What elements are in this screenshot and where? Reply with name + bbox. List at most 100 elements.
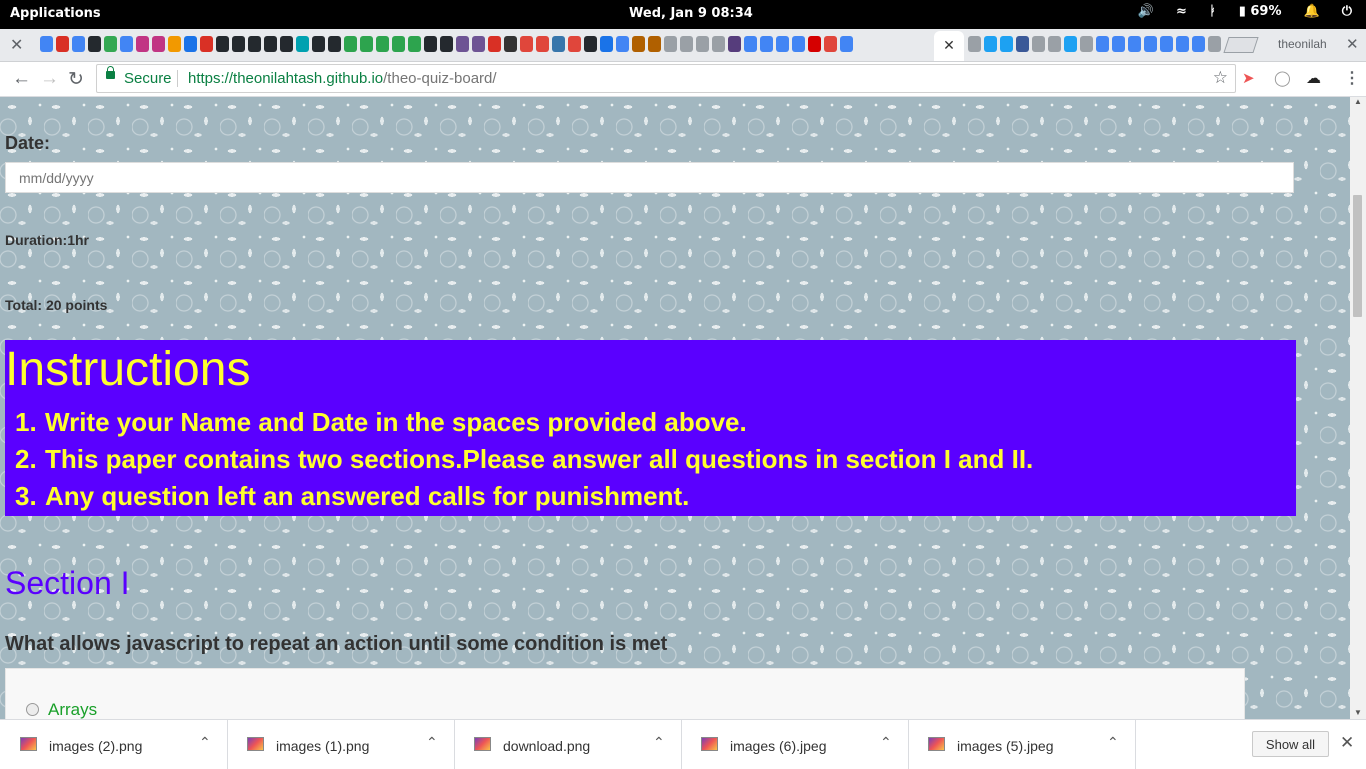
download-filename[interactable]: download.png xyxy=(503,738,590,754)
download-item[interactable]: images (2).png ⌃ xyxy=(0,720,228,769)
download-filename[interactable]: images (2).png xyxy=(49,738,142,754)
tab-favicon-x-icon[interactable] xyxy=(184,36,197,52)
scrollbar-thumb[interactable] xyxy=(1353,195,1362,317)
tab-favicon-b-icon[interactable] xyxy=(632,36,645,52)
tab-favicon-git-icon[interactable] xyxy=(328,36,341,52)
download-item[interactable]: images (5).jpeg ⌃ xyxy=(908,720,1136,769)
tab-favicon-git-icon[interactable] xyxy=(232,36,245,52)
tab-favicon-tw-icon[interactable] xyxy=(1064,36,1077,52)
tab-favicon-G-icon[interactable] xyxy=(1160,36,1173,52)
extension-cloud-icon[interactable]: ☁ xyxy=(1306,69,1321,87)
tab-favicon-ex-icon[interactable] xyxy=(392,36,405,52)
tab-favicon-git-icon[interactable] xyxy=(312,36,325,52)
scroll-down-arrow-icon[interactable]: ▼ xyxy=(1354,708,1362,717)
url-text[interactable]: https://theonilahtash.github.io/theo-qui… xyxy=(188,70,497,87)
tab-favicon-G-icon[interactable] xyxy=(792,36,805,52)
tab-favicon-D-icon[interactable] xyxy=(296,36,309,52)
volume-icon[interactable]: 🔊 xyxy=(1138,4,1154,19)
download-item[interactable]: images (1).png ⌃ xyxy=(227,720,455,769)
tab-favicon-doc-icon[interactable] xyxy=(680,36,693,52)
applications-menu[interactable]: Applications xyxy=(10,6,101,21)
tab-favicon-G-icon[interactable] xyxy=(1176,36,1189,52)
tab-favicon-doc-icon[interactable] xyxy=(1080,36,1093,52)
tab-favicon-G-icon[interactable] xyxy=(760,36,773,52)
tab-favicon-doc-icon[interactable] xyxy=(1032,36,1045,52)
window-close-icon[interactable]: ✕ xyxy=(1346,35,1359,53)
tab-favicon-G-icon[interactable] xyxy=(40,36,53,52)
tab-favicon-an-icon[interactable] xyxy=(536,36,549,52)
tab-favicon-M-icon[interactable] xyxy=(200,36,213,52)
tab-favicon-G-icon[interactable] xyxy=(840,36,853,52)
tab-favicon-b-icon[interactable] xyxy=(648,36,661,52)
tab-favicon-ex-icon[interactable] xyxy=(360,36,373,52)
close-shelf-icon[interactable]: ✕ xyxy=(1340,733,1354,753)
tab-favicon-doc-icon[interactable] xyxy=(664,36,677,52)
chevron-up-icon[interactable]: ⌃ xyxy=(880,734,892,751)
browser-menu-icon[interactable]: ⋮ xyxy=(1344,68,1360,88)
tab-favicon-G-icon[interactable] xyxy=(1128,36,1141,52)
chevron-up-icon[interactable]: ⌃ xyxy=(426,734,438,751)
tab-favicon-doc-icon[interactable] xyxy=(712,36,725,52)
extension-circle-icon[interactable]: ◯ xyxy=(1274,69,1291,87)
tab-favicon-git-icon[interactable] xyxy=(264,36,277,52)
tab-favicon-hash-icon[interactable] xyxy=(504,36,517,52)
clock[interactable]: Wed, Jan 9 08:34 xyxy=(629,6,753,21)
download-item[interactable]: download.png ⌃ xyxy=(454,720,682,769)
tab-favicon-git-icon[interactable] xyxy=(584,36,597,52)
notification-bell-icon[interactable]: 🔔 xyxy=(1304,4,1320,19)
download-filename[interactable]: images (5).jpeg xyxy=(957,738,1054,754)
scroll-up-arrow-icon[interactable]: ▲ xyxy=(1354,97,1362,106)
wifi-icon[interactable]: ≈ xyxy=(1176,4,1187,19)
tab-favicon-G-icon[interactable] xyxy=(616,36,629,52)
power-icon[interactable]: ⏻ xyxy=(1342,4,1352,19)
tab-favicon-G-icon[interactable] xyxy=(744,36,757,52)
tab-favicon-git-icon[interactable] xyxy=(280,36,293,52)
secure-label[interactable]: Secure xyxy=(124,70,172,87)
tab-favicon-o-icon[interactable] xyxy=(168,36,181,52)
tab-favicon-B-icon[interactable] xyxy=(728,36,741,52)
tab-favicon-G-icon[interactable] xyxy=(776,36,789,52)
tab-favicon-M-icon[interactable] xyxy=(56,36,69,52)
tab-favicon-ig-icon[interactable] xyxy=(152,36,165,52)
back-arrow-icon[interactable]: ← xyxy=(12,68,31,90)
tab-favicon-red-icon[interactable] xyxy=(808,36,821,52)
tab-favicon-G-icon[interactable] xyxy=(72,36,85,52)
extension-cast-icon[interactable]: ➤ xyxy=(1242,69,1255,87)
close-icon[interactable]: ✕ xyxy=(943,37,955,53)
bluetooth-icon[interactable]: ᛓ xyxy=(1209,4,1217,19)
battery-indicator[interactable]: ▮ 69% xyxy=(1239,4,1282,19)
tab-favicon-an-icon[interactable] xyxy=(568,36,581,52)
tab-favicon-doc-icon[interactable] xyxy=(968,36,981,52)
new-tab-button[interactable] xyxy=(1223,37,1259,53)
reload-icon[interactable]: ↻ xyxy=(68,68,84,91)
chevron-up-icon[interactable]: ⌃ xyxy=(199,734,211,751)
tab-favicon-doc-icon[interactable] xyxy=(1048,36,1061,52)
tab-favicon-chrome-icon[interactable] xyxy=(104,36,117,52)
tab-favicon-gx-icon[interactable] xyxy=(472,36,485,52)
download-filename[interactable]: images (6).jpeg xyxy=(730,738,827,754)
tab-favicon-ex-icon[interactable] xyxy=(344,36,357,52)
download-item[interactable]: images (6).jpeg ⌃ xyxy=(681,720,909,769)
tab-favicon-gx-icon[interactable] xyxy=(456,36,469,52)
tab-favicon-doc-icon[interactable] xyxy=(1208,36,1221,52)
tab-favicon-x-icon[interactable] xyxy=(600,36,613,52)
page-scrollbar[interactable]: ▲ ▼ xyxy=(1350,97,1366,719)
tab-favicon-doc-icon[interactable] xyxy=(696,36,709,52)
tab-favicon-G-icon[interactable] xyxy=(1096,36,1109,52)
profile-name[interactable]: theonilah xyxy=(1278,37,1327,51)
tab-favicon-tw-icon[interactable] xyxy=(1000,36,1013,52)
date-input[interactable] xyxy=(5,162,1294,193)
address-bar[interactable]: Secure https://theonilahtash.github.io/t… xyxy=(96,64,1236,93)
tab-favicon-G-icon[interactable] xyxy=(1192,36,1205,52)
option-radio[interactable] xyxy=(26,703,39,716)
active-tab[interactable]: ✕ xyxy=(934,31,964,61)
tab-favicon-G-icon[interactable] xyxy=(1144,36,1157,52)
tab-favicon-ex-icon[interactable] xyxy=(376,36,389,52)
tab-favicon-G-icon[interactable] xyxy=(1112,36,1125,52)
tab-favicon-ig-icon[interactable] xyxy=(136,36,149,52)
tab-favicon-git-icon[interactable] xyxy=(440,36,453,52)
tab-favicon-git-icon[interactable] xyxy=(424,36,437,52)
bookmark-star-icon[interactable]: ☆ xyxy=(1213,68,1228,88)
tab-favicon-G-icon[interactable] xyxy=(120,36,133,52)
chevron-up-icon[interactable]: ⌃ xyxy=(1107,734,1119,751)
